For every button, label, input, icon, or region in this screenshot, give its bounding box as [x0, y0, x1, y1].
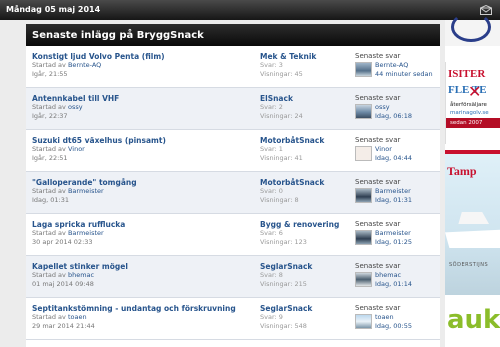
- post-row: Laga spricka rufflucka Startad av Barmei…: [26, 214, 440, 256]
- avatar[interactable]: [355, 314, 372, 329]
- ad-banner-boat[interactable]: Tamp SÖDERSTIJNS: [445, 150, 500, 295]
- top-bar: Måndag 05 maj 2014: [0, 0, 500, 20]
- last-reply-time: Idag, 00:55: [375, 322, 413, 330]
- post-row: Suzuki dt65 växelhus (pinsamt) Startad a…: [26, 130, 440, 172]
- post-title-link[interactable]: Suzuki dt65 växelhus (pinsamt): [32, 136, 252, 145]
- post-date: 01 maj 2014 09:48: [32, 280, 94, 288]
- reply-count: 8: [278, 271, 283, 279]
- avatar[interactable]: [355, 62, 372, 77]
- boat-cabin-shape: [458, 212, 489, 224]
- view-count: 123: [294, 238, 307, 246]
- latest-posts-panel: Senaste inlägg på BryggSnack Konstigt lj…: [26, 24, 440, 347]
- post-row: Konstigt ljud Volvo Penta (film) Startad…: [26, 46, 440, 88]
- reply-count: 2: [278, 103, 283, 111]
- last-reply-time: Idag, 01:25: [375, 238, 413, 246]
- ad-sidebar: ISITER FLE TE ✕ återförsäljare marinagol…: [445, 12, 500, 347]
- reply-count: 1: [278, 145, 283, 153]
- author-link[interactable]: Vinor: [68, 145, 85, 153]
- forum-link[interactable]: Mek & Teknik: [260, 52, 350, 61]
- boat-hull-shape: [445, 229, 500, 248]
- last-reply-user-link[interactable]: Bernte-AQ: [375, 61, 408, 69]
- author-link[interactable]: Barmeister: [68, 187, 104, 195]
- ad-banner-bottom[interactable]: auk: [445, 305, 500, 347]
- post-row: Kapellet stinker mögel Startad av bhemac…: [26, 256, 440, 298]
- forum-link[interactable]: MotorbåtSnack: [260, 136, 350, 145]
- post-title-link[interactable]: Septitankstömning - undantag och förskru…: [32, 304, 252, 313]
- ad-sub3: sedan 2007: [446, 118, 500, 128]
- last-reply-user-link[interactable]: toaen: [375, 313, 394, 321]
- last-reply-time: Idag, 04:44: [375, 154, 413, 162]
- last-reply-user-link[interactable]: Barmeister: [375, 229, 411, 237]
- avatar[interactable]: [355, 104, 372, 119]
- author-link[interactable]: bhemac: [68, 271, 94, 279]
- started-by-label: Startad av: [32, 61, 66, 69]
- ad-bottom-text: auk: [447, 305, 500, 335]
- view-count: 215: [294, 280, 307, 288]
- post-title-link[interactable]: Kapellet stinker mögel: [32, 262, 252, 271]
- post-date: Igår, 22:51: [32, 154, 68, 162]
- author-link[interactable]: Bernte-AQ: [68, 61, 101, 69]
- avatar[interactable]: [355, 272, 372, 287]
- avatar[interactable]: [355, 230, 372, 245]
- avatar[interactable]: [355, 188, 372, 203]
- post-title-link[interactable]: Antennkabel till VHF: [32, 94, 252, 103]
- forum-link[interactable]: MotorbåtSnack: [260, 178, 350, 187]
- post-date: 30 apr 2014 02:33: [32, 238, 93, 246]
- post-date: Idag, 01:31: [32, 196, 70, 204]
- reply-count: 9: [278, 313, 283, 321]
- reply-count: 0: [278, 187, 283, 195]
- post-date: Igår, 21:55: [32, 70, 68, 78]
- main-content: Senaste inlägg på BryggSnack Konstigt lj…: [0, 20, 445, 347]
- ad-boat-sub: SÖDERSTIJNS: [449, 262, 489, 268]
- view-count: 8: [294, 196, 299, 204]
- reply-count: 3: [278, 61, 283, 69]
- post-title-link[interactable]: Konstigt ljud Volvo Penta (film): [32, 52, 252, 61]
- reply-count: 6: [278, 229, 283, 237]
- ad-banner-flextile[interactable]: ISITER FLE TE ✕ återförsäljare marinagol…: [445, 62, 500, 144]
- author-link[interactable]: Barmeister: [68, 229, 104, 237]
- post-date: 29 mar 2014 21:44: [32, 322, 95, 330]
- author-link[interactable]: ossy: [68, 103, 83, 111]
- ad-boat-title: Tamp: [447, 164, 477, 178]
- post-title-link[interactable]: Laga spricka rufflucka: [32, 220, 252, 229]
- last-reply-user-link[interactable]: bhemac: [375, 271, 401, 279]
- post-date: Igår, 22:37: [32, 112, 68, 120]
- author-link[interactable]: toaen: [68, 313, 87, 321]
- forum-link[interactable]: Bygg & renovering: [260, 220, 350, 229]
- ad-sub2: marinagolv.se: [450, 110, 489, 116]
- view-count: 548: [294, 322, 307, 330]
- post-title-link[interactable]: "Galloperande" tomgång: [32, 178, 252, 187]
- current-date: Måndag 05 maj 2014: [6, 5, 101, 14]
- last-reply-time: 44 minuter sedan: [375, 70, 433, 78]
- post-row: Antennkabel till VHF Startad av ossy Igå…: [26, 88, 440, 130]
- view-count: 45: [294, 70, 303, 78]
- forum-link[interactable]: ElSnack: [260, 94, 350, 103]
- last-reply-user-link[interactable]: Vinor: [375, 145, 392, 153]
- post-row: Septitankstömning - undantag och förskru…: [26, 298, 440, 340]
- x-logo-icon: ✕: [468, 82, 482, 101]
- ad-sub1: återförsäljare: [450, 102, 487, 108]
- panel-heading: Senaste inlägg på BryggSnack: [26, 24, 440, 46]
- ad-banner-top[interactable]: [445, 12, 500, 46]
- last-reply-time: Idag, 01:14: [375, 280, 413, 288]
- last-reply-time: Idag, 06:18: [375, 112, 413, 120]
- forum-link[interactable]: SeglarSnack: [260, 262, 350, 271]
- avatar[interactable]: [355, 146, 372, 161]
- last-reply-label: Senaste svar: [355, 52, 401, 60]
- forum-link[interactable]: SeglarSnack: [260, 304, 350, 313]
- last-reply-time: Idag, 01:31: [375, 196, 413, 204]
- last-reply-user-link[interactable]: Barmeister: [375, 187, 411, 195]
- view-count: 41: [294, 154, 303, 162]
- ad-brand-line1: ISITER: [448, 68, 486, 80]
- last-reply-user-link[interactable]: ossy: [375, 103, 390, 111]
- post-row: "Galloperande" tomgång Startad av Barmei…: [26, 172, 440, 214]
- view-count: 24: [294, 112, 303, 120]
- post-list: Konstigt ljud Volvo Penta (film) Startad…: [26, 46, 440, 340]
- logo-ring: [451, 12, 491, 42]
